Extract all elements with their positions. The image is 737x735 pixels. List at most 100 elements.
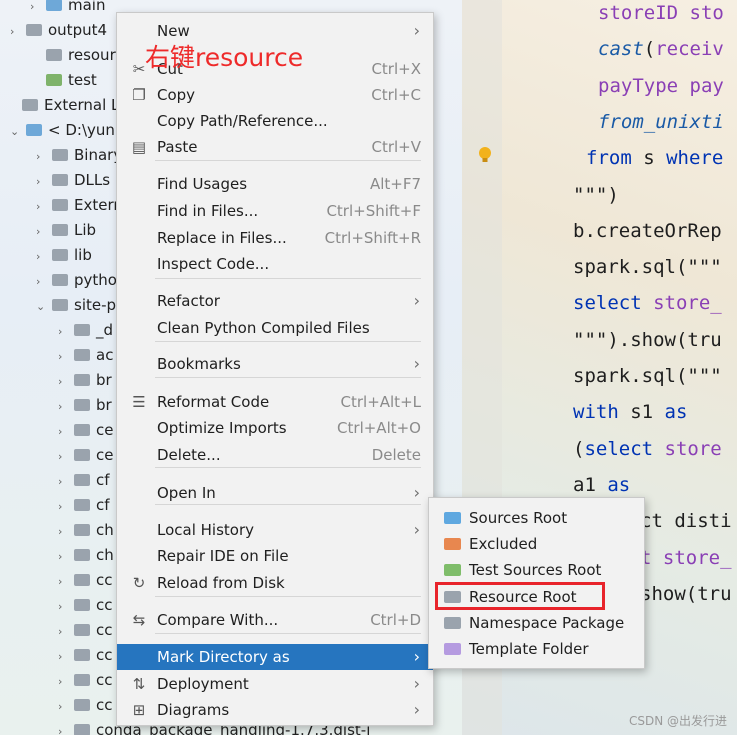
chevron-right-icon[interactable]: › [58, 645, 72, 669]
menu-item-copy[interactable]: ❐ Copy Ctrl+C [117, 82, 433, 108]
folder-icon [52, 224, 68, 236]
menu-item-copy-path-reference[interactable]: Copy Path/Reference... [117, 108, 433, 134]
submenu-item-template-folder[interactable]: Template Folder [429, 636, 644, 662]
tree-row[interactable]: › cc [58, 593, 113, 617]
copy-icon: ❐ [132, 86, 146, 104]
menu-item-optimize-imports[interactable]: Optimize Imports Ctrl+Alt+O [117, 415, 433, 441]
chevron-down-icon[interactable]: ⌄ [36, 295, 50, 319]
tree-row[interactable]: › cc [58, 668, 113, 692]
tree-item-label: cc [96, 571, 113, 589]
shortcut-label: Ctrl+V [371, 138, 421, 156]
chevron-right-icon[interactable]: › [58, 570, 72, 594]
tree-row[interactable]: › ac [58, 343, 113, 367]
tree-row[interactable]: › pytho [36, 268, 117, 292]
tree-row[interactable]: › _d [58, 318, 113, 342]
chevron-right-icon[interactable]: › [30, 0, 44, 19]
menu-item-compare-with[interactable]: ⇆ Compare With... Ctrl+D [117, 607, 433, 633]
tree-row[interactable]: ⌄ site-p [36, 293, 116, 317]
tree-item-label: ce [96, 421, 114, 439]
submenu-item-test-sources-root[interactable]: Test Sources Root [429, 557, 644, 583]
tree-row[interactable]: › main [30, 0, 105, 17]
menu-item-label: Copy [157, 86, 196, 104]
menu-item-repair-ide-on-file[interactable]: Repair IDE on File [117, 543, 433, 569]
tree-row[interactable]: ⌄ < D:\yun [10, 118, 115, 142]
menu-item-refactor[interactable]: Refactor › [117, 288, 433, 314]
chevron-right-icon[interactable]: › [36, 220, 50, 244]
tree-row[interactable]: › cc [58, 693, 113, 717]
tree-row[interactable]: › cc [58, 618, 113, 642]
menu-item-inspect-code[interactable]: Inspect Code... [117, 251, 433, 277]
code-token: where [666, 147, 724, 170]
tree-row[interactable]: › cf [58, 493, 110, 517]
menu-item-label: Diagrams [157, 701, 230, 719]
folder-icon [74, 524, 90, 536]
tree-row[interactable]: › ce [58, 418, 113, 442]
chevron-right-icon[interactable]: › [58, 470, 72, 494]
tree-row[interactable]: › output4 [10, 18, 107, 42]
menu-item-replace-in-files[interactable]: Replace in Files... Ctrl+Shift+R [117, 225, 433, 251]
chevron-right-icon[interactable]: › [36, 145, 50, 169]
chevron-right-icon[interactable]: › [58, 670, 72, 694]
code-token: ( [573, 437, 585, 460]
menu-separator [155, 341, 421, 342]
menu-item-delete[interactable]: Delete... Delete [117, 442, 433, 468]
tree-row[interactable]: › Binary [36, 143, 122, 167]
chevron-right-icon[interactable]: › [58, 620, 72, 644]
chevron-right-icon[interactable]: › [36, 195, 50, 219]
tree-item-label: ch [96, 521, 114, 539]
submenu-item-sources-root[interactable]: Sources Root [429, 505, 644, 531]
tree-item-label: ce [96, 446, 114, 464]
menu-item-find-usages[interactable]: Find Usages Alt+F7 [117, 171, 433, 197]
tree-row[interactable]: › cc [58, 568, 113, 592]
code-line: show(tru [640, 577, 732, 611]
chevron-right-icon[interactable]: › [58, 495, 72, 519]
chevron-right-icon[interactable]: › [58, 445, 72, 469]
chevron-right-icon[interactable]: › [58, 395, 72, 419]
tree-row[interactable]: › Extern [36, 193, 123, 217]
chevron-right-icon[interactable]: › [58, 320, 72, 344]
menu-item-paste[interactable]: ▤ Paste Ctrl+V [117, 134, 433, 160]
tree-row[interactable]: test [30, 68, 97, 92]
submenu-item-namespace-package[interactable]: Namespace Package [429, 610, 644, 636]
chevron-right-icon[interactable]: › [58, 370, 72, 394]
menu-item-open-in[interactable]: Open In › [117, 480, 433, 506]
menu-item-label: Reformat Code [157, 393, 270, 411]
menu-item-find-in-files[interactable]: Find in Files... Ctrl+Shift+F [117, 198, 433, 224]
tree-row[interactable]: › br [58, 393, 112, 417]
submenu-item-excluded[interactable]: Excluded [429, 531, 644, 557]
chevron-right-icon[interactable]: › [58, 345, 72, 369]
tree-row[interactable]: › lib [36, 243, 92, 267]
chevron-right-icon[interactable]: › [58, 720, 72, 735]
menu-item-reload-from-disk[interactable]: ↻ Reload from Disk [117, 570, 433, 596]
tree-row[interactable]: › ce [58, 443, 113, 467]
menu-item-local-history[interactable]: Local History › [117, 517, 433, 543]
tree-row[interactable]: › Lib [36, 218, 96, 242]
tree-row[interactable]: › ch [58, 543, 114, 567]
menu-item-diagrams[interactable]: ⊞ Diagrams › [117, 697, 433, 723]
menu-item-bookmarks[interactable]: Bookmarks › [117, 351, 433, 377]
tree-row[interactable]: External Lib [6, 93, 133, 117]
chevron-right-icon[interactable]: › [58, 595, 72, 619]
code-line: """) [573, 178, 619, 212]
chevron-right-icon[interactable]: › [58, 545, 72, 569]
chevron-right-icon[interactable]: › [36, 245, 50, 269]
lightbulb-icon[interactable] [478, 146, 492, 164]
menu-item-reformat-code[interactable]: ☰ Reformat Code Ctrl+Alt+L [117, 389, 433, 415]
chevron-right-icon[interactable]: › [36, 270, 50, 294]
tree-item-label: < D:\yun [48, 121, 115, 139]
menu-item-deployment[interactable]: ⇅ Deployment › [117, 671, 433, 697]
tree-row[interactable]: › ch [58, 518, 114, 542]
chevron-right-icon[interactable]: › [10, 20, 24, 44]
chevron-right-icon[interactable]: › [36, 170, 50, 194]
folder-icon [52, 149, 68, 161]
tree-row[interactable]: › cc [58, 643, 113, 667]
chevron-right-icon[interactable]: › [58, 695, 72, 719]
chevron-right-icon[interactable]: › [58, 520, 72, 544]
tree-row[interactable]: › DLLs [36, 168, 110, 192]
tree-row[interactable]: › cf [58, 468, 110, 492]
menu-item-mark-directory-as[interactable]: Mark Directory as › [117, 644, 433, 670]
tree-row[interactable]: › br [58, 368, 112, 392]
chevron-right-icon[interactable]: › [58, 420, 72, 444]
menu-item-clean-python-compiled-files[interactable]: Clean Python Compiled Files [117, 315, 433, 341]
chevron-down-icon[interactable]: ⌄ [10, 120, 24, 144]
